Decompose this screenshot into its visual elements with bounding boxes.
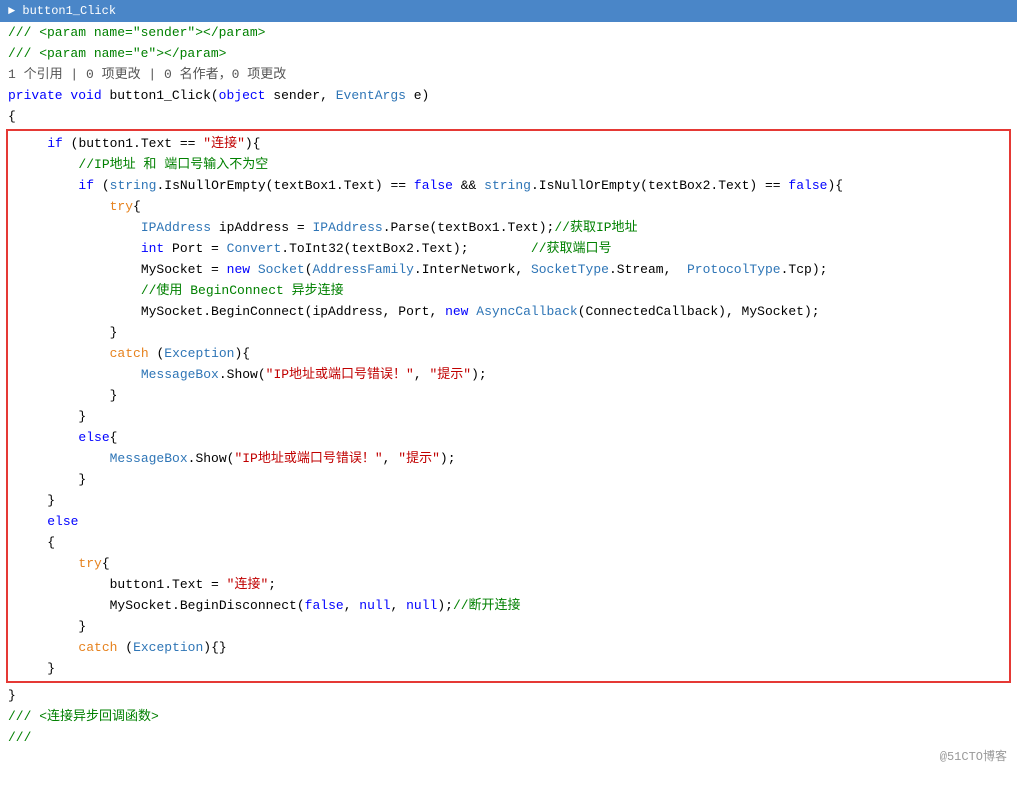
post-box-lines: } /// <连接异步回调函数> /// — [0, 685, 1017, 748]
code-line: } — [8, 616, 1009, 637]
code-line: if (string.IsNullOrEmpty(textBox1.Text) … — [8, 175, 1009, 196]
code-line: MessageBox.Show("IP地址或端口号错误！", "提示"); — [8, 448, 1009, 469]
code-line: } — [8, 658, 1009, 679]
footer-credit: @51CTO博客 — [940, 747, 1007, 764]
code-line: else{ — [8, 427, 1009, 448]
code-line: MySocket.BeginConnect(ipAddress, Port, n… — [8, 301, 1009, 322]
code-line: //使用 BeginConnect 异步连接 — [8, 280, 1009, 301]
code-line: { — [8, 532, 1009, 553]
code-line: MySocket.BeginDisconnect(false, null, nu… — [8, 595, 1009, 616]
code-line: //IP地址 和 端口号输入不为空 — [8, 154, 1009, 175]
code-line: catch (Exception){ — [8, 343, 1009, 364]
code-line: int Port = Convert.ToInt32(textBox2.Text… — [8, 238, 1009, 259]
red-border-code-block: if (button1.Text == "连接"){ //IP地址 和 端口号输… — [6, 129, 1011, 683]
code-line: /// — [0, 727, 1017, 748]
code-line: IPAddress ipAddress = IPAddress.Parse(te… — [8, 217, 1009, 238]
code-container: ► button1_Click /// <param name="sender"… — [0, 0, 1017, 768]
code-line: MySocket = new Socket(AddressFamily.Inte… — [8, 259, 1009, 280]
code-line: try{ — [8, 196, 1009, 217]
code-line: } — [8, 322, 1009, 343]
code-line: private void button1_Click(object sender… — [0, 85, 1017, 106]
code-line: } — [8, 406, 1009, 427]
code-line: if (button1.Text == "连接"){ — [8, 133, 1009, 154]
code-line: else — [8, 511, 1009, 532]
code-line: try{ — [8, 553, 1009, 574]
footer: @51CTO博客 — [0, 748, 1017, 768]
code-line: MessageBox.Show("IP地址或端口号错误！", "提示"); — [8, 364, 1009, 385]
code-line: } — [8, 385, 1009, 406]
code-line: catch (Exception){} — [8, 637, 1009, 658]
code-line: 1 个引用 | 0 项更改 | 0 名作者，0 项更改 — [0, 64, 1017, 85]
code-line: { — [0, 106, 1017, 127]
code-line: } — [8, 469, 1009, 490]
code-line: } — [0, 685, 1017, 706]
pre-box-lines: /// <param name="sender"></param> /// <p… — [0, 22, 1017, 127]
code-line: /// <param name="e"></param> — [0, 43, 1017, 64]
top-bar: ► button1_Click — [0, 0, 1017, 22]
code-line: /// <param name="sender"></param> — [0, 22, 1017, 43]
code-line: /// <连接异步回调函数> — [0, 706, 1017, 727]
top-bar-label: ► button1_Click — [8, 4, 116, 18]
code-line: button1.Text = "连接"; — [8, 574, 1009, 595]
code-line: } — [8, 490, 1009, 511]
